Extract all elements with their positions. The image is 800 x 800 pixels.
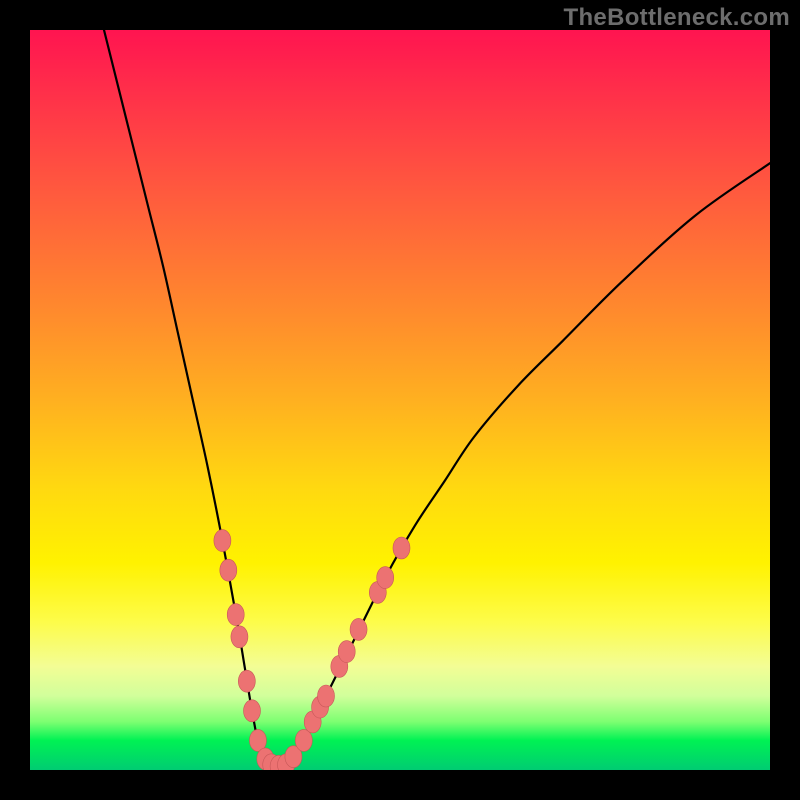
marker-dot: [238, 670, 255, 692]
marker-dot: [227, 604, 244, 626]
marker-dot: [244, 700, 261, 722]
watermark-text: TheBottleneck.com: [564, 4, 790, 32]
marker-dot: [318, 685, 335, 707]
curve-svg: [30, 30, 770, 770]
plot-area: [30, 30, 770, 770]
chart-frame: TheBottleneck.com: [0, 0, 800, 800]
marker-dot: [338, 641, 355, 663]
marker-dot: [295, 729, 312, 751]
bottleneck-curve: [104, 30, 770, 767]
marker-dot: [231, 626, 248, 648]
highlight-dots: [214, 530, 410, 770]
marker-dot: [377, 567, 394, 589]
marker-dot: [350, 618, 367, 640]
marker-dot: [214, 530, 231, 552]
marker-dot: [220, 559, 237, 581]
marker-dot: [393, 537, 410, 559]
